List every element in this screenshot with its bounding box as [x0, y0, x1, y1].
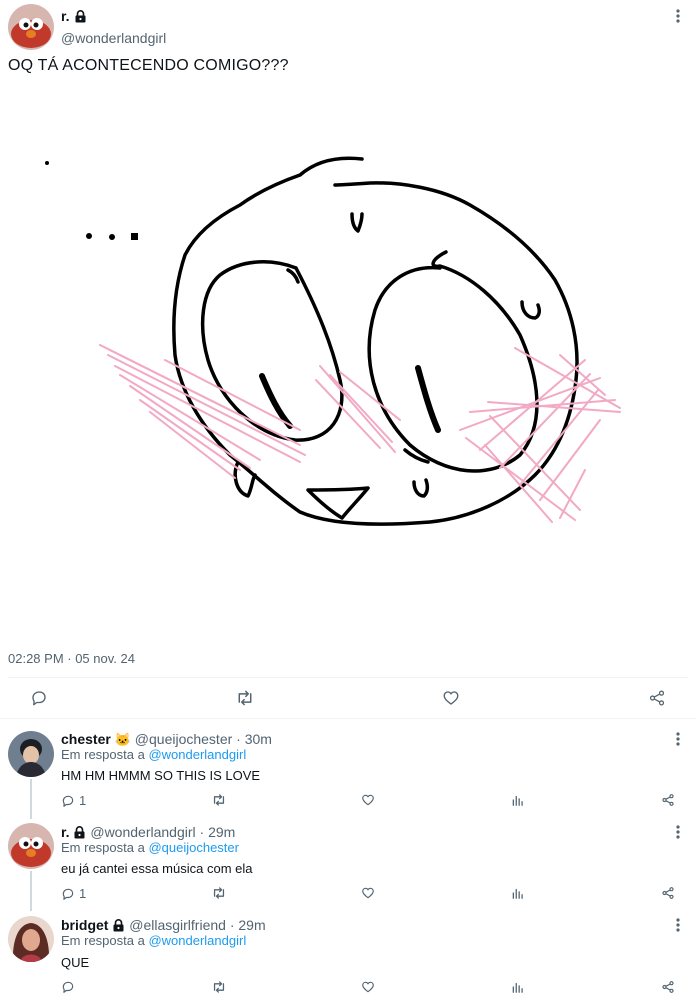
views-button[interactable] [511, 886, 525, 900]
author-avatar[interactable] [8, 4, 54, 50]
share-button[interactable] [661, 793, 675, 807]
like-button[interactable] [442, 689, 460, 707]
reply-text: QUE [61, 955, 90, 970]
reply-to-link[interactable]: @wonderlandgirl [148, 933, 246, 948]
reply-count: 1 [79, 886, 87, 901]
views-button[interactable] [511, 793, 525, 807]
retweet-icon [213, 887, 225, 899]
retweet-icon [213, 794, 225, 806]
retweet-button[interactable] [211, 980, 227, 994]
reply-avatar[interactable] [8, 823, 54, 869]
retweet-button[interactable] [211, 886, 227, 900]
more-icon[interactable] [668, 825, 688, 845]
tweet-timestamp[interactable]: 02:28 PM · 05 nov. 24 [8, 651, 135, 666]
divider [0, 718, 696, 719]
views-button[interactable] [511, 980, 525, 994]
thread-line [30, 779, 32, 819]
reply-time[interactable]: · 29m [230, 917, 266, 933]
reply-text: HM HM HMMM SO THIS IS LOVE [61, 768, 261, 783]
tweet-text: OQ TÁ ACONTECENDO COMIGO??? [8, 57, 289, 74]
views-icon [512, 982, 523, 993]
share-icon [649, 690, 665, 706]
views-icon [512, 795, 523, 806]
reply-display-name[interactable]: bridget [61, 917, 108, 933]
reply-icon [62, 888, 74, 900]
reply-button[interactable] [61, 980, 79, 994]
reply-handle[interactable]: @ellasgirlfriend [129, 917, 226, 933]
views-icon [512, 888, 523, 899]
more-icon[interactable] [668, 918, 688, 938]
more-icon[interactable] [668, 9, 688, 29]
lock-icon [74, 10, 87, 28]
cat-emoji: 🐱 [114, 732, 131, 747]
share-icon [662, 887, 674, 899]
reply-icon [32, 691, 46, 706]
like-button[interactable] [361, 886, 375, 900]
reply-time[interactable]: · 30m [236, 731, 272, 747]
reply-avatar[interactable] [8, 731, 54, 777]
retweet-icon [238, 690, 252, 706]
cartoon-face-drawing [45, 156, 621, 526]
thread-line [30, 871, 32, 911]
reply-display-name[interactable]: r. [61, 824, 70, 840]
tweet-image[interactable] [0, 90, 696, 640]
more-icon[interactable] [668, 732, 688, 752]
reply-handle[interactable]: @wonderlandgirl [90, 824, 195, 840]
reply-avatar[interactable] [8, 916, 54, 962]
reply-time[interactable]: · 29m [200, 824, 236, 840]
reply-to-prefix: Em resposta a [61, 747, 145, 762]
retweet-icon [213, 981, 225, 993]
share-icon [662, 981, 674, 993]
share-button[interactable] [661, 886, 675, 900]
reply-display-name[interactable]: chester [61, 731, 111, 747]
share-button[interactable] [648, 689, 666, 707]
reply-button[interactable]: 1 [61, 793, 86, 808]
share-icon [662, 794, 674, 806]
author-handle[interactable]: @wonderlandgirl [61, 30, 166, 46]
retweet-button[interactable] [235, 689, 255, 707]
divider [8, 677, 688, 678]
reply-handle[interactable]: @queijochester [135, 731, 233, 747]
reply-to-prefix: Em resposta a [61, 933, 145, 948]
reply-button[interactable] [30, 689, 48, 707]
reply-to-link[interactable]: @wonderlandgirl [148, 747, 246, 762]
like-icon [362, 981, 374, 993]
like-button[interactable] [361, 980, 375, 994]
reply-button[interactable]: 1 [61, 886, 86, 901]
like-icon [362, 887, 374, 899]
like-icon [443, 691, 459, 705]
author-display-name[interactable]: r. [61, 8, 70, 24]
reply-icon [62, 795, 74, 807]
reply-to-link[interactable]: @queijochester [148, 840, 239, 855]
reply-text: eu já cantei essa música com ela [61, 861, 253, 876]
reply-count: 1 [79, 793, 87, 808]
reply-to-prefix: Em resposta a [61, 840, 145, 855]
like-button[interactable] [361, 793, 375, 807]
share-button[interactable] [661, 980, 675, 994]
reply-icon [62, 981, 74, 993]
retweet-button[interactable] [211, 793, 227, 807]
like-icon [362, 794, 374, 806]
